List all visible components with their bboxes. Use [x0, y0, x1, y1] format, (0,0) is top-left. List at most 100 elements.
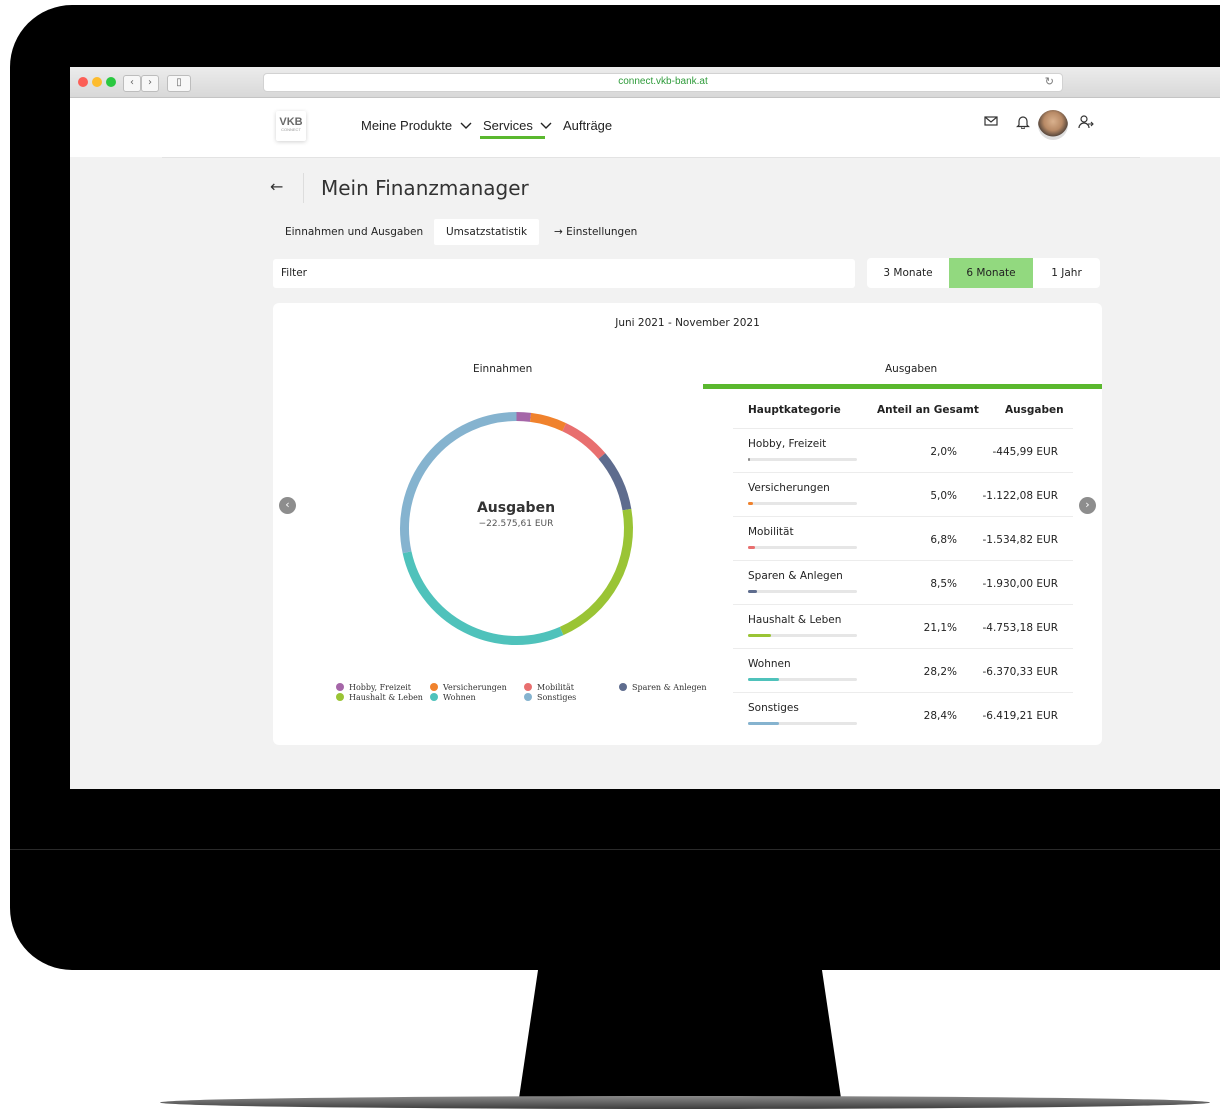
nav-label: Meine Produkte — [361, 118, 453, 133]
period-6-monate[interactable]: 6 Monate — [949, 258, 1033, 288]
row-category-name: Sonstiges — [748, 702, 799, 714]
avatar[interactable] — [1038, 110, 1068, 140]
row-share-bar — [748, 546, 857, 549]
legend-label: Sonstiges — [537, 693, 577, 702]
row-share-value: 21,1% — [923, 622, 957, 634]
app-header: VKB CONNECT Meine Produkte Services Auft… — [70, 98, 1220, 157]
chevron-down-icon — [460, 122, 472, 129]
donut-segment-sonstiges[interactable] — [400, 412, 517, 554]
monitor-base — [160, 1096, 1210, 1109]
chevron-down-icon — [540, 122, 552, 129]
column-header-share: Anteil an Gesamt — [877, 404, 979, 416]
nav-services[interactable]: Services — [483, 118, 552, 133]
row-share-value: 28,4% — [923, 710, 957, 722]
arrow-right-icon: → — [554, 226, 563, 238]
legend-dot — [619, 683, 627, 691]
back-arrow-icon[interactable]: ← — [270, 177, 283, 196]
table-row[interactable]: Versicherungen 5,0% -1.122,08 EUR — [733, 472, 1073, 517]
legend-dot — [430, 693, 438, 701]
row-category-name: Haushalt & Leben — [748, 614, 842, 626]
mail-icon[interactable] — [984, 115, 998, 131]
filter-placeholder: Filter — [281, 267, 308, 279]
tab-umsatzstatistik[interactable]: Umsatzstatistik — [434, 219, 540, 245]
table-row[interactable]: Hobby, Freizeit 2,0% -445,99 EUR — [733, 428, 1073, 473]
maximize-window-dot[interactable] — [106, 77, 116, 87]
user-logout-icon[interactable] — [1078, 115, 1094, 133]
minimize-window-dot[interactable] — [92, 77, 102, 87]
legend-item: Haushalt & Leben — [336, 693, 423, 702]
column-header-category: Hauptkategorie — [748, 404, 841, 416]
tab-label: Einstellungen — [566, 226, 638, 238]
period-3-monate[interactable]: 3 Monate — [867, 258, 949, 288]
legend-dot — [336, 683, 344, 691]
legend-label: Haushalt & Leben — [349, 693, 423, 702]
carousel-prev-button[interactable]: ‹ — [279, 497, 296, 514]
screen: ‹ › ▯ connect.vkb-bank.at ↻ VKB CONNECT … — [70, 67, 1220, 789]
tab-einnahmen-ausgaben[interactable]: Einnahmen und Ausgaben — [285, 219, 423, 245]
row-share-value: 6,8% — [930, 534, 957, 546]
tab-einstellungen[interactable]: → Einstellungen — [554, 219, 637, 245]
nav-label: Services — [483, 118, 533, 133]
bell-icon[interactable] — [1016, 115, 1030, 133]
nav-auftraege[interactable]: Aufträge — [563, 118, 612, 133]
table-row[interactable]: Wohnen 28,2% -6.370,33 EUR — [733, 648, 1073, 693]
browser-toolbar: ‹ › ▯ connect.vkb-bank.at ↻ — [70, 67, 1220, 98]
row-category-name: Sparen & Anlegen — [748, 570, 843, 582]
donut-segment-wohnen[interactable] — [402, 551, 564, 645]
browser-forward-button[interactable]: › — [141, 75, 159, 92]
vkb-logo[interactable]: VKB CONNECT — [276, 111, 306, 141]
legend-dot — [430, 683, 438, 691]
tab-ausgaben[interactable]: Ausgaben — [885, 363, 937, 375]
donut-segment-sparen-anlegen[interactable] — [598, 453, 632, 511]
statistics-card: Juni 2021 - November 2021 Einnahmen Ausg… — [273, 303, 1102, 745]
nav-label: Aufträge — [563, 118, 613, 133]
legend-label: Mobilität — [537, 683, 575, 692]
row-share-bar-fill — [748, 722, 779, 725]
reload-icon[interactable]: ↻ — [1045, 75, 1054, 88]
row-share-bar — [748, 678, 857, 681]
monitor-chin-divider — [10, 849, 1220, 850]
row-amount-value: -6.370,33 EUR — [982, 666, 1059, 678]
carousel-next-button[interactable]: › — [1079, 497, 1096, 514]
row-share-bar-fill — [748, 546, 756, 549]
row-share-bar-fill — [748, 458, 751, 461]
donut-segment-hobby-freizeit[interactable] — [516, 412, 532, 422]
period-selector: 3 Monate 6 Monate 1 Jahr — [867, 258, 1100, 288]
table-row[interactable]: Sparen & Anlegen 8,5% -1.930,00 EUR — [733, 560, 1073, 605]
page-title: Mein Finanzmanager — [321, 176, 529, 200]
legend-item: Sonstiges — [524, 693, 576, 702]
logo-text: VKB — [279, 116, 303, 128]
legend-label: Sparen & Anlegen — [632, 683, 707, 692]
donut-center-value: −22.575,61 EUR — [478, 519, 554, 529]
row-share-value: 8,5% — [930, 578, 957, 590]
title-divider — [303, 173, 304, 203]
close-window-dot[interactable] — [78, 77, 88, 87]
row-share-bar — [748, 590, 857, 593]
table-row[interactable]: Mobilität 6,8% -1.534,82 EUR — [733, 516, 1073, 561]
sidebar-toggle-button[interactable]: ▯ — [167, 75, 191, 92]
row-amount-value: -1.534,82 EUR — [982, 534, 1059, 546]
period-1-jahr[interactable]: 1 Jahr — [1033, 258, 1100, 288]
legend-label: Hobby, Freizeit — [349, 683, 411, 692]
header-divider — [162, 157, 1140, 158]
donut-segment-mobilität[interactable] — [562, 423, 606, 460]
nav-meine-produkte[interactable]: Meine Produkte — [361, 118, 472, 133]
column-header-amount: Ausgaben — [1005, 404, 1064, 416]
row-share-bar-fill — [748, 590, 758, 593]
donut-segment-versicherungen[interactable] — [529, 412, 567, 432]
monitor-stand — [519, 968, 841, 1098]
tab-einnahmen[interactable]: Einnahmen — [473, 363, 532, 375]
row-share-bar — [748, 502, 857, 505]
row-category-name: Wohnen — [748, 658, 791, 670]
table-row[interactable]: Sonstiges 28,4% -6.419,21 EUR — [733, 692, 1073, 737]
filter-input[interactable]: Filter — [273, 259, 855, 288]
nav-active-underline — [480, 136, 545, 139]
legend-dot — [524, 693, 532, 701]
legend-label: Wohnen — [443, 693, 476, 702]
browser-back-button[interactable]: ‹ — [123, 75, 141, 92]
legend-item: Wohnen — [430, 693, 476, 702]
legend-item: Versicherungen — [430, 683, 507, 692]
url-bar[interactable]: connect.vkb-bank.at ↻ — [263, 73, 1063, 92]
table-row[interactable]: Haushalt & Leben 21,1% -4.753,18 EUR — [733, 604, 1073, 649]
legend-item: Hobby, Freizeit — [336, 683, 411, 692]
